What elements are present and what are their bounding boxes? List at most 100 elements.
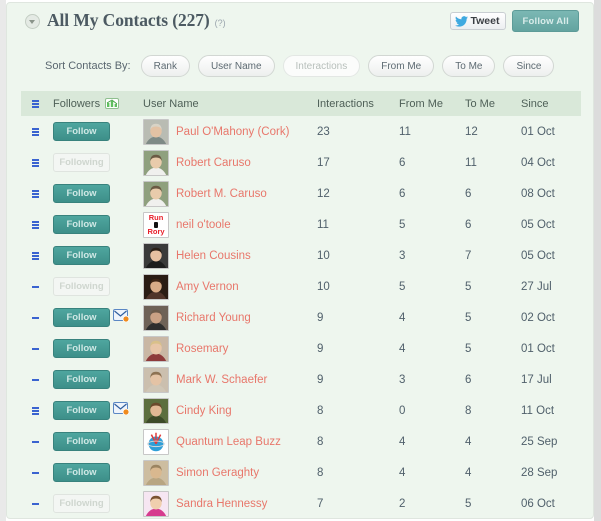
- avatar[interactable]: [143, 397, 169, 424]
- user-name-link[interactable]: Richard Young: [176, 312, 251, 324]
- interactions-value: 23: [317, 125, 330, 138]
- rank-bars-icon: [31, 502, 39, 505]
- since-value: 17 Jul: [521, 373, 552, 386]
- to-me-value: 5: [465, 342, 472, 355]
- column-header-since[interactable]: Since: [521, 98, 581, 110]
- follow-button[interactable]: Follow: [53, 215, 110, 234]
- user-cell: Helen Cousins: [143, 242, 317, 269]
- sort-button-to-me[interactable]: To Me: [442, 55, 496, 77]
- following-button[interactable]: Following: [53, 153, 110, 172]
- user-name-link[interactable]: neil o'toole: [176, 219, 231, 231]
- following-button[interactable]: Following: [53, 277, 110, 296]
- follow-cell: Follow: [49, 308, 143, 327]
- user-name-link[interactable]: Simon Geraghty: [176, 467, 259, 479]
- column-header-user-name[interactable]: User Name: [143, 98, 317, 110]
- avatar[interactable]: [143, 118, 169, 145]
- user-name-link[interactable]: Rosemary: [176, 343, 228, 355]
- sort-button-interactions[interactable]: Interactions: [282, 55, 361, 77]
- avatar[interactable]: [143, 459, 169, 486]
- since-value: 25 Sep: [521, 435, 558, 448]
- table-row: Following Amy Vernon 10 5 5 27 Jul: [21, 271, 581, 302]
- column-header-from-me[interactable]: From Me: [399, 98, 465, 110]
- follow-button[interactable]: Follow: [53, 308, 110, 327]
- follow-button[interactable]: Follow: [53, 370, 110, 389]
- to-me-value: 4: [465, 466, 472, 479]
- follow-button[interactable]: Follow: [53, 122, 110, 141]
- follow-button[interactable]: Follow: [53, 463, 110, 482]
- column-header-followers-label: Followers: [53, 97, 101, 110]
- avatar[interactable]: [143, 242, 169, 269]
- user-name-link[interactable]: Cindy King: [176, 405, 232, 417]
- interactions-value: 10: [317, 249, 330, 262]
- follow-cell: Following: [49, 153, 143, 172]
- follower-rank-cell: [21, 440, 49, 443]
- sort-button-rank[interactable]: Rank: [140, 55, 190, 77]
- avatar[interactable]: [143, 428, 169, 455]
- chevron-down-icon[interactable]: [25, 14, 40, 29]
- follow-button[interactable]: Follow: [53, 339, 110, 358]
- follower-rank-cell: [21, 189, 49, 198]
- user-name-link[interactable]: Amy Vernon: [176, 281, 239, 293]
- column-header-to-me[interactable]: To Me: [465, 98, 521, 110]
- follow-button[interactable]: Follow: [53, 246, 110, 265]
- since-value: 04 Oct: [521, 156, 555, 169]
- user-cell: Sandra Hennessy: [143, 490, 317, 517]
- rank-bars-icon: [31, 189, 39, 198]
- avatar[interactable]: [143, 335, 169, 362]
- follow-cell: Follow: [49, 339, 143, 358]
- follow-all-button[interactable]: Follow All: [512, 10, 579, 32]
- follow-cell: Follow: [49, 215, 143, 234]
- table-row: Follow Helen Cousins 10 3 7 05 Oct: [21, 240, 581, 271]
- following-button[interactable]: Following: [53, 494, 110, 513]
- rank-bars-icon: [31, 347, 39, 350]
- avatar[interactable]: [143, 149, 169, 176]
- follow-button[interactable]: Follow: [53, 432, 110, 451]
- since-value: 01 Oct: [521, 342, 555, 355]
- sort-button-from-me[interactable]: From Me: [368, 55, 435, 77]
- user-name-link[interactable]: Helen Cousins: [176, 250, 251, 262]
- from-me-value: 4: [399, 311, 406, 324]
- avatar[interactable]: [143, 304, 169, 331]
- follower-rank-cell: [21, 471, 49, 474]
- user-name-link[interactable]: Quantum Leap Buzz: [176, 436, 281, 448]
- column-header-followers[interactable]: Followers: [49, 98, 143, 110]
- user-name-link[interactable]: Sandra Hennessy: [176, 498, 267, 510]
- follow-button[interactable]: Follow: [53, 184, 110, 203]
- user-name-link[interactable]: Robert Caruso: [176, 157, 251, 169]
- follow-button[interactable]: Follow: [53, 401, 110, 420]
- follower-rank-cell: [21, 316, 49, 319]
- column-header-interactions[interactable]: Interactions: [317, 98, 399, 110]
- table-row: Follow Quantum Leap Buzz 8 4 4 25 Sep: [21, 426, 581, 457]
- from-me-value: 5: [399, 218, 406, 231]
- to-me-value: 5: [465, 497, 472, 510]
- since-value: 11 Oct: [521, 404, 555, 417]
- interactions-value: 12: [317, 187, 330, 200]
- user-name-link[interactable]: Paul O'Mahony (Cork): [176, 126, 289, 138]
- from-me-value: 4: [399, 466, 406, 479]
- from-me-value: 2: [399, 497, 406, 510]
- table-row: Following Sandra Hennessy 7 2 5 06 Oct: [21, 488, 581, 518]
- user-name-link[interactable]: Robert M. Caruso: [176, 188, 267, 200]
- avatar[interactable]: [143, 490, 169, 517]
- avatar[interactable]: [143, 366, 169, 393]
- mail-icon[interactable]: [112, 401, 130, 420]
- follower-rank-cell: [21, 158, 49, 167]
- avatar[interactable]: [143, 180, 169, 207]
- contacts-table: Followers User Name Interactions From Me: [21, 91, 581, 518]
- mail-icon-slot: [110, 401, 132, 420]
- user-name-link[interactable]: Mark W. Schaefer: [176, 374, 267, 386]
- sort-button-user-name[interactable]: User Name: [197, 55, 275, 77]
- sort-button-since[interactable]: Since: [503, 55, 555, 77]
- interactions-value: 8: [317, 466, 324, 479]
- avatar[interactable]: Run Rory: [143, 211, 169, 238]
- mail-icon[interactable]: [112, 308, 130, 327]
- table-row: Follow Rosemary 9 4 5 01 Oct: [21, 333, 581, 364]
- panel-title-group: All My Contacts (227) (?): [25, 10, 226, 31]
- help-icon[interactable]: (?): [215, 18, 226, 28]
- interactions-value: 17: [317, 156, 330, 169]
- tweet-button[interactable]: Tweet: [449, 12, 507, 30]
- rank-bars-icon: [31, 406, 39, 415]
- interactions-value: 8: [317, 435, 324, 448]
- user-cell: Richard Young: [143, 304, 317, 331]
- avatar[interactable]: [143, 273, 169, 300]
